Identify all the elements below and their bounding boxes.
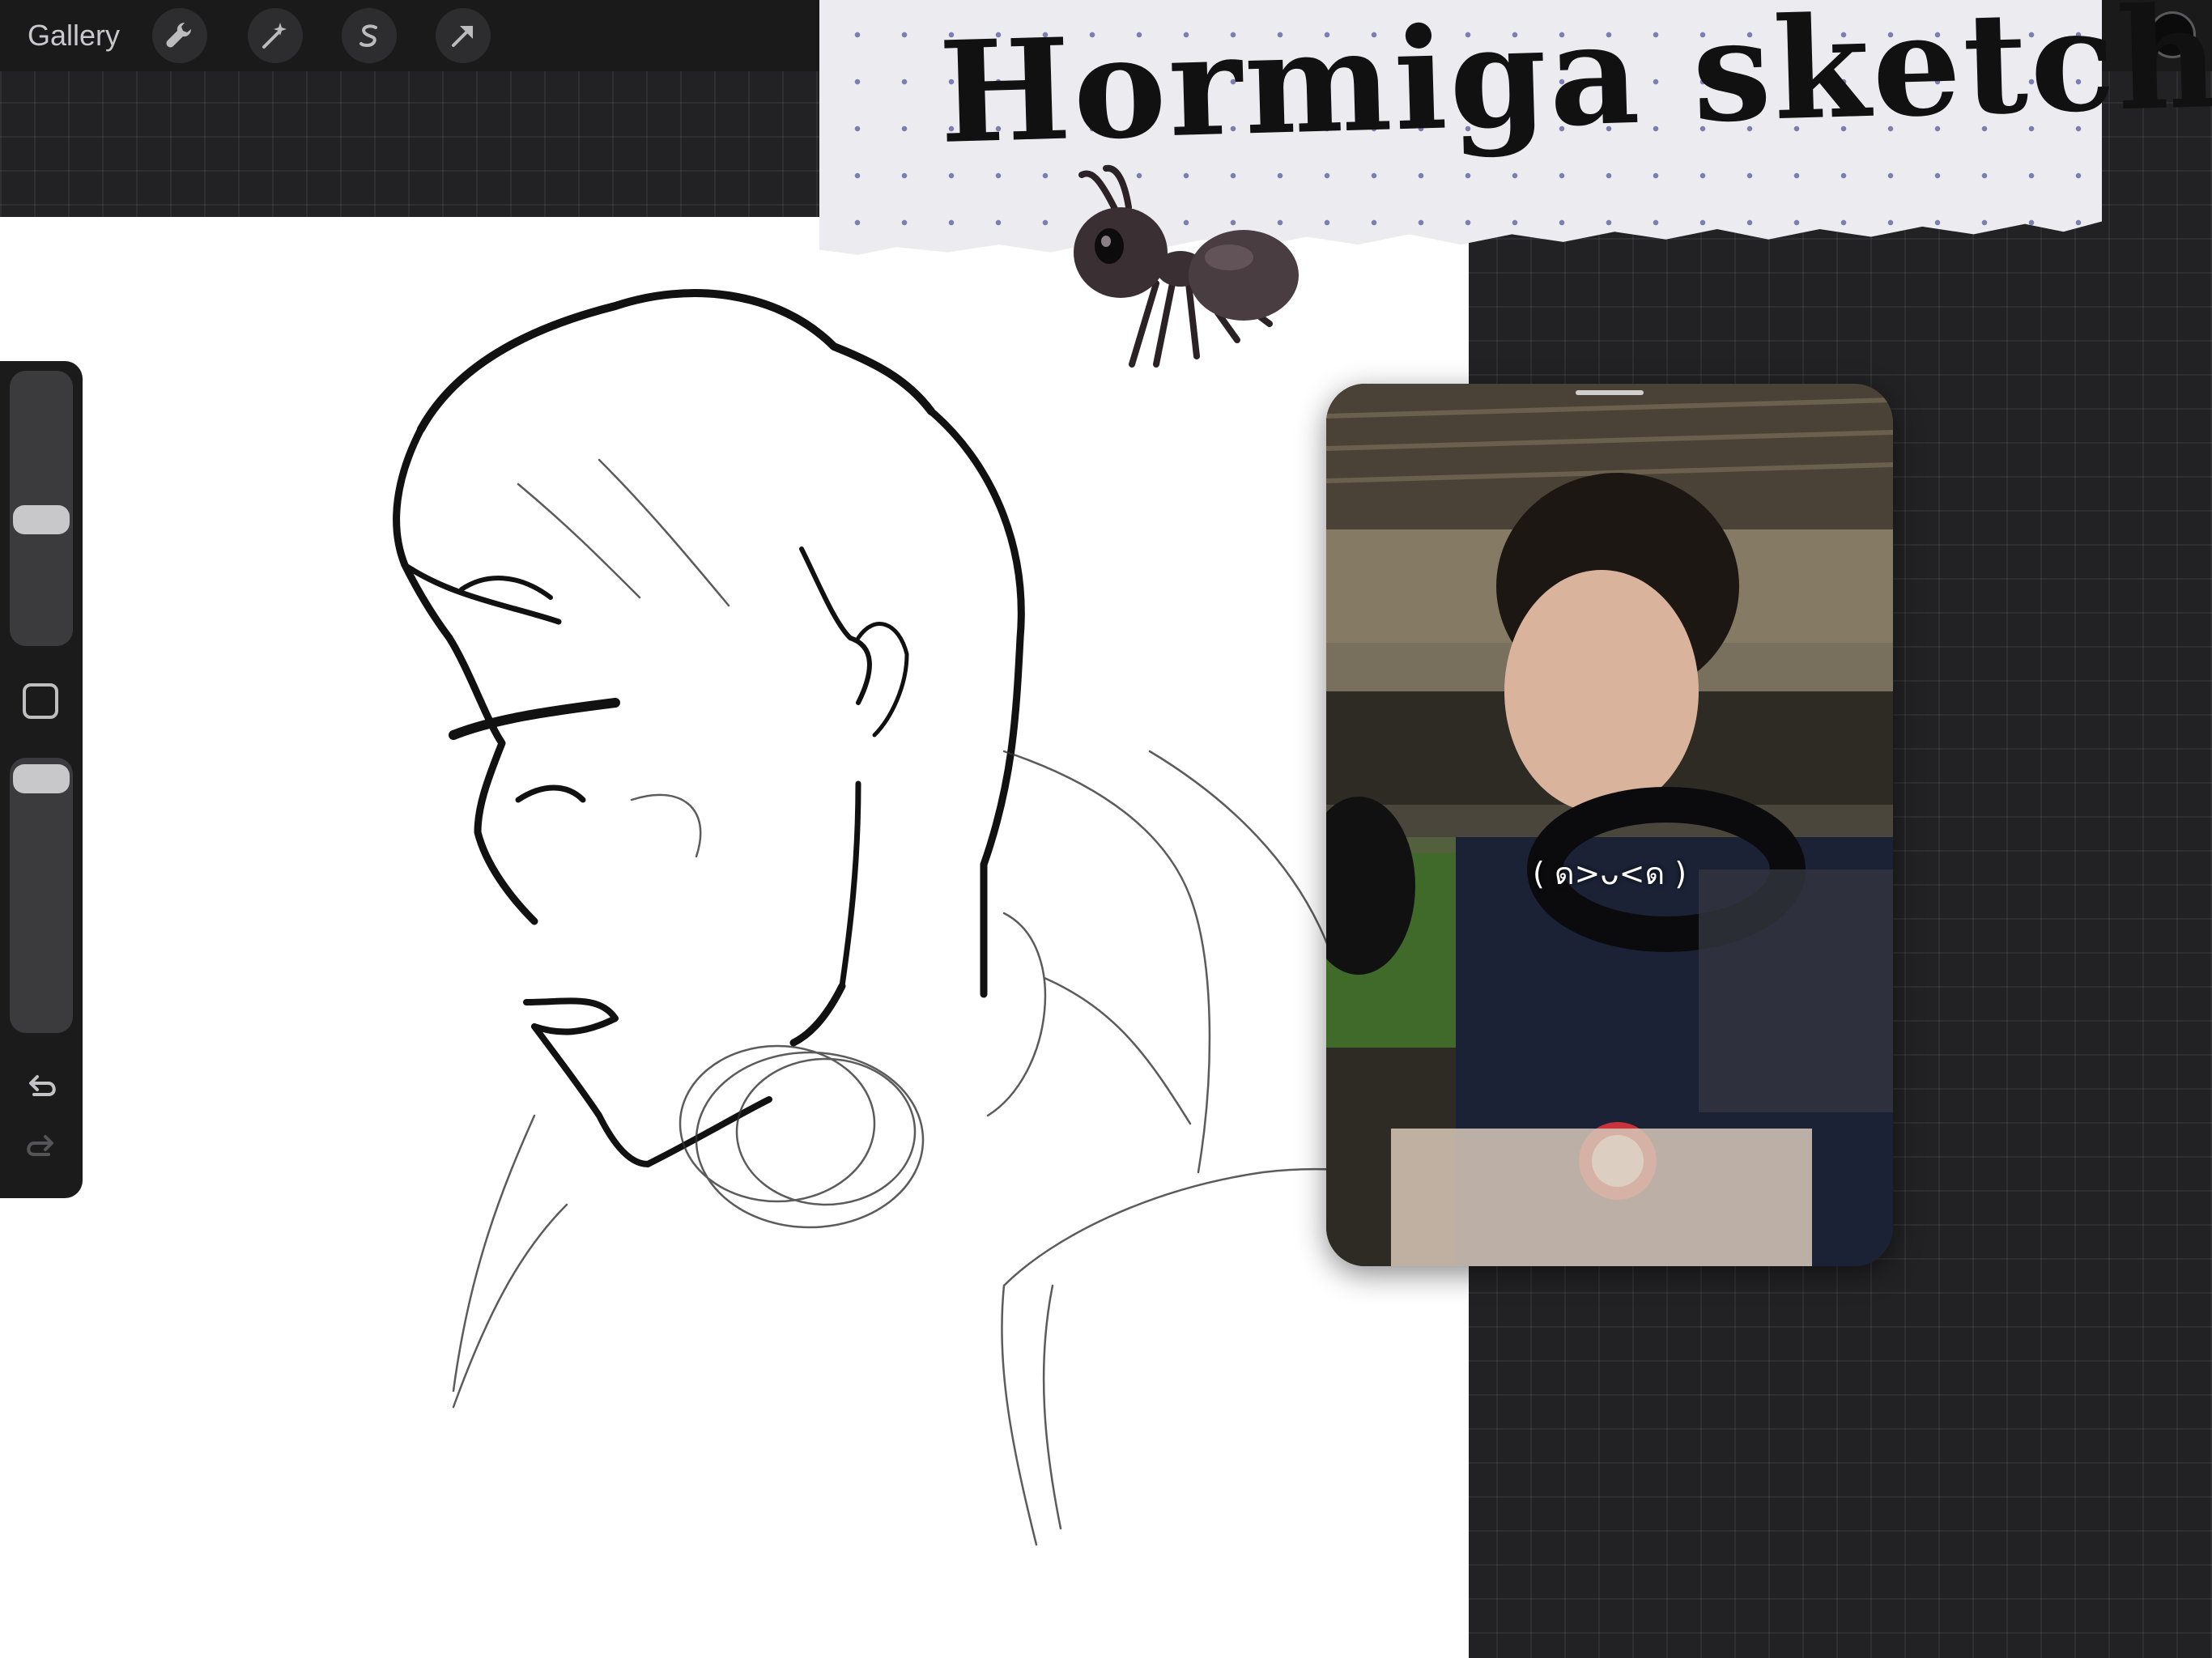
brush-size-slider[interactable] bbox=[10, 371, 73, 646]
left-sidebar bbox=[0, 361, 83, 1198]
photo-caption: ( ด>ᴗ<ด ) bbox=[1532, 856, 1687, 891]
brush-size-slider-knob[interactable] bbox=[13, 505, 70, 534]
opacity-slider-knob[interactable] bbox=[13, 764, 70, 793]
drawing-canvas[interactable] bbox=[0, 217, 1469, 1658]
actions-wrench-icon[interactable] bbox=[152, 8, 207, 63]
photo-drag-handle[interactable] bbox=[1576, 390, 1644, 395]
gallery-button[interactable]: Gallery bbox=[28, 16, 120, 55]
sketch-drawing bbox=[393, 289, 1459, 1546]
transform-arrow-icon[interactable] bbox=[436, 8, 491, 63]
redo-icon[interactable] bbox=[21, 1127, 62, 1167]
selection-s-icon[interactable] bbox=[342, 8, 397, 63]
overlay-title: Hormiga sketch bbox=[937, 0, 2212, 175]
adjustments-magic-wand-icon[interactable] bbox=[248, 8, 303, 63]
reference-photo-image bbox=[1326, 384, 1893, 1266]
reference-photo[interactable]: ( ด>ᴗ<ด ) bbox=[1326, 384, 1893, 1266]
opacity-slider[interactable] bbox=[10, 758, 73, 1033]
undo-icon[interactable] bbox=[21, 1067, 62, 1107]
modifier-square-icon[interactable] bbox=[23, 683, 58, 719]
ant-icon bbox=[1067, 162, 1302, 380]
